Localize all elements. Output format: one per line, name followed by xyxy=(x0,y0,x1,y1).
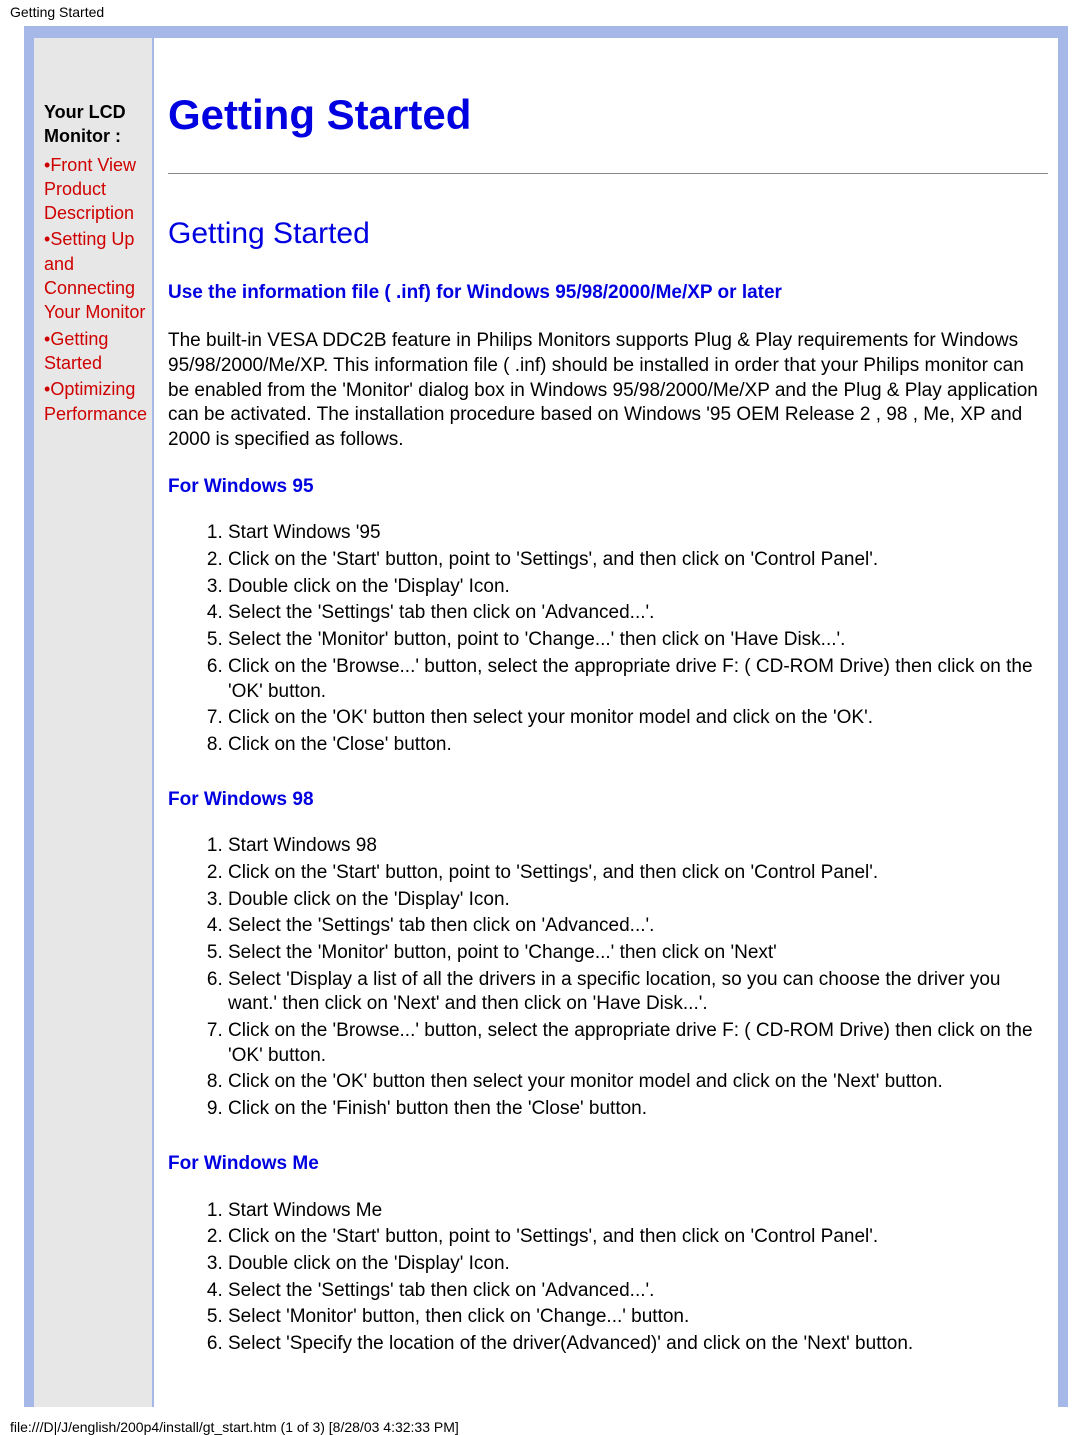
steps-win98: Start Windows 98 Click on the 'Start' bu… xyxy=(208,834,1048,1122)
list-item: Select the 'Monitor' button, point to 'C… xyxy=(228,628,1048,653)
list-item: Select the 'Monitor' button, point to 'C… xyxy=(228,941,1048,966)
list-item: Select the 'Settings' tab then click on … xyxy=(228,914,1048,939)
sidebar-item-getting-started[interactable]: •Getting Started xyxy=(44,327,148,376)
list-item: Select 'Monitor' button, then click on '… xyxy=(228,1305,1048,1330)
steps-win95: Start Windows '95 Click on the 'Start' b… xyxy=(208,521,1048,757)
list-item: Click on the 'Start' button, point to 'S… xyxy=(228,861,1048,886)
sidebar-item-setting-up[interactable]: •Setting Up and Connecting Your Monitor xyxy=(44,227,148,324)
sidebar-item-front-view[interactable]: •Front View Product Description xyxy=(44,153,148,226)
list-item: Start Windows 98 xyxy=(228,834,1048,859)
os-heading-win95: For Windows 95 xyxy=(168,475,1048,500)
list-item: Double click on the 'Display' Icon. xyxy=(228,888,1048,913)
outer-frame: Your LCD Monitor : •Front View Product D… xyxy=(24,26,1068,1407)
list-item: Start Windows '95 xyxy=(228,521,1048,546)
sidebar-link[interactable]: Front View Product Description xyxy=(44,155,136,224)
list-item: Select 'Specify the location of the driv… xyxy=(228,1332,1048,1357)
list-item: Select the 'Settings' tab then click on … xyxy=(228,1279,1048,1304)
list-item: Click on the 'Start' button, point to 'S… xyxy=(228,1225,1048,1250)
list-item: Click on the 'Start' button, point to 'S… xyxy=(228,548,1048,573)
sidebar-link[interactable]: Optimizing Performance xyxy=(44,379,147,423)
list-item: Start Windows Me xyxy=(228,1199,1048,1224)
info-heading: Use the information file ( .inf) for Win… xyxy=(168,281,1048,306)
intro-paragraph: The built-in VESA DDC2B feature in Phili… xyxy=(168,329,1048,452)
inner-area: Your LCD Monitor : •Front View Product D… xyxy=(34,38,1068,1407)
os-heading-win98: For Windows 98 xyxy=(168,788,1048,813)
list-item: Select the 'Settings' tab then click on … xyxy=(228,601,1048,626)
sidebar: Your LCD Monitor : •Front View Product D… xyxy=(34,38,154,1407)
os-heading-winme: For Windows Me xyxy=(168,1152,1048,1177)
separator xyxy=(168,173,1048,174)
sidebar-title: Your LCD Monitor : xyxy=(44,100,148,149)
content: Getting Started Getting Started Use the … xyxy=(154,38,1068,1407)
right-stripe xyxy=(1058,38,1068,1407)
list-item: Click on the 'Browse...' button, select … xyxy=(228,655,1048,704)
sidebar-link[interactable]: Getting Started xyxy=(44,329,108,373)
sidebar-list: •Front View Product Description •Setting… xyxy=(44,153,148,426)
list-item: Double click on the 'Display' Icon. xyxy=(228,575,1048,600)
footer-path: file:///D|/J/english/200p4/install/gt_st… xyxy=(0,1407,1080,1435)
list-item: Click on the 'Close' button. xyxy=(228,733,1048,758)
sidebar-link[interactable]: Setting Up and Connecting Your Monitor xyxy=(44,229,145,322)
list-item: Click on the 'OK' button then select you… xyxy=(228,706,1048,731)
list-item: Select 'Display a list of all the driver… xyxy=(228,968,1048,1017)
list-item: Click on the 'Browse...' button, select … xyxy=(228,1019,1048,1068)
steps-winme: Start Windows Me Click on the 'Start' bu… xyxy=(208,1199,1048,1357)
list-item: Click on the 'OK' button then select you… xyxy=(228,1070,1048,1095)
list-item: Click on the 'Finish' button then the 'C… xyxy=(228,1097,1048,1122)
header-path: Getting Started xyxy=(0,0,1080,26)
list-item: Double click on the 'Display' Icon. xyxy=(228,1252,1048,1277)
page-title: Getting Started xyxy=(168,88,1048,143)
sidebar-item-optimizing[interactable]: •Optimizing Performance xyxy=(44,377,148,426)
subtitle: Getting Started xyxy=(168,214,1048,253)
